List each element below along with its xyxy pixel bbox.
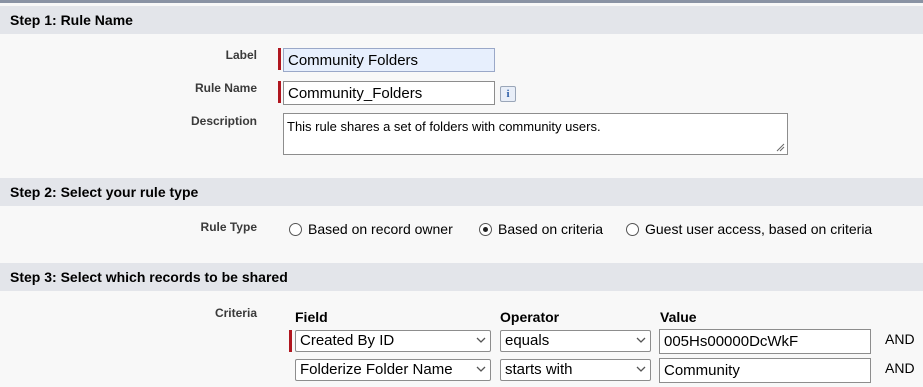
operator-select-value: starts with [505, 361, 573, 378]
label-input[interactable] [283, 48, 495, 72]
field-select[interactable]: Folderize Folder Name [295, 359, 491, 381]
resize-grip-icon[interactable] [776, 143, 785, 152]
column-header-field: Field [295, 309, 328, 325]
radio-button[interactable] [626, 222, 639, 236]
field-select-value: Created By ID [300, 332, 395, 349]
radio-button[interactable] [289, 222, 302, 236]
value-input[interactable] [659, 329, 871, 354]
radio-label: Based on criteria [498, 221, 604, 237]
radio-option-record-owner[interactable]: Based on record owner [289, 219, 453, 239]
operator-select[interactable]: starts with [500, 359, 651, 381]
step2-header: Step 2: Select your rule type [0, 178, 923, 206]
criteria-caption: Criteria [214, 306, 257, 320]
step1-header: Step 1: Rule Name [0, 6, 923, 34]
radio-label: Guest user access, based on criteria [645, 221, 873, 237]
field-select[interactable]: Created By ID [295, 330, 491, 352]
radio-option-criteria[interactable]: Based on criteria [479, 219, 603, 239]
column-header-operator: Operator [500, 309, 560, 325]
radio-label: Based on record owner [308, 221, 453, 237]
chevron-down-icon [476, 337, 486, 343]
value-input[interactable] [659, 358, 871, 383]
rule-name-caption: Rule Name [194, 81, 257, 95]
rule-type-caption: Rule Type [200, 220, 257, 234]
description-textarea[interactable]: This rule shares a set of folders with c… [283, 113, 788, 155]
and-conjunction: AND [885, 360, 915, 376]
rule-name-input[interactable] [283, 81, 495, 105]
operator-select[interactable]: equals [500, 330, 651, 352]
column-header-value: Value [660, 309, 697, 325]
operator-select-value: equals [505, 332, 550, 349]
field-select-value: Folderize Folder Name [300, 361, 453, 378]
radio-option-guest-user[interactable]: Guest user access, based on criteria [626, 219, 872, 239]
required-indicator [278, 81, 281, 103]
label-caption: Label [225, 48, 257, 62]
description-caption: Description [190, 114, 257, 128]
chevron-down-icon [476, 366, 486, 372]
required-indicator [278, 48, 281, 70]
chevron-down-icon [636, 337, 646, 343]
info-icon[interactable]: i [500, 86, 516, 102]
and-conjunction: AND [885, 331, 915, 347]
required-indicator [289, 330, 292, 352]
top-border [0, 0, 923, 3]
step3-header: Step 3: Select which records to be share… [0, 263, 923, 291]
radio-button-selected[interactable] [479, 222, 492, 236]
chevron-down-icon [636, 366, 646, 372]
